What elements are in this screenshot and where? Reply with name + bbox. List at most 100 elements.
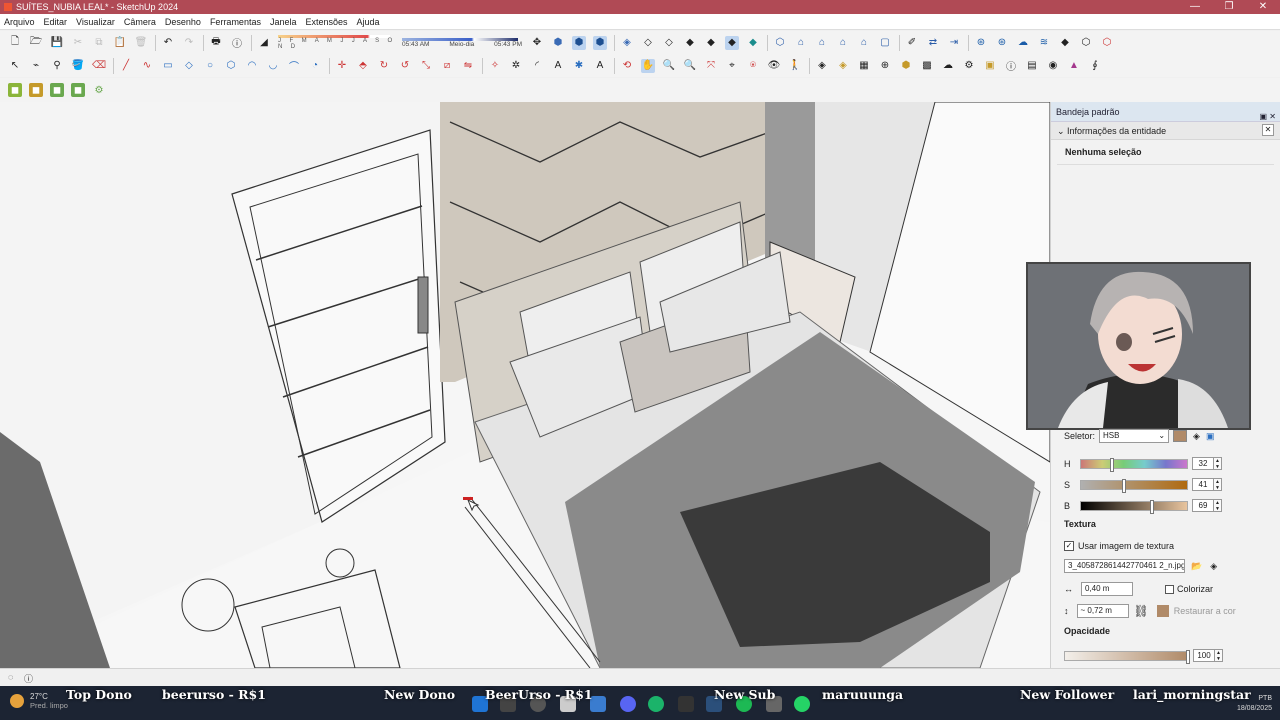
extension-manager-icon[interactable]: ⬡ — [1100, 36, 1114, 50]
texture-width-field[interactable]: 0,40 m — [1081, 582, 1133, 596]
offset-icon[interactable]: ⧄ — [440, 59, 454, 73]
texture-file-field[interactable]: 3_405872861442770461 2_n.jpg — [1064, 559, 1185, 573]
opacity-spinner[interactable]: ▲ ▼ — [1215, 649, 1223, 662]
texture-height-field[interactable]: ~ 0,72 m — [1076, 604, 1129, 618]
match-screen-icon[interactable]: ▣ — [1206, 431, 1215, 442]
copy-icon[interactable]: ⧉ — [92, 36, 106, 50]
paste-icon[interactable]: 📋 — [113, 36, 127, 50]
rectangle-icon[interactable]: ▭ — [161, 59, 175, 73]
scenes-icon[interactable]: ▣ — [983, 59, 997, 73]
edit-texture-icon[interactable]: ◈ — [1210, 561, 1217, 572]
three-point-arc-icon[interactable]: ⌒ — [287, 59, 301, 73]
rotated-rectangle-icon[interactable]: ◇ — [182, 59, 196, 73]
shadow-month-slider[interactable]: J F M A M J J A S O N D — [278, 35, 396, 50]
wireframe-style-icon[interactable]: ◇ — [641, 36, 655, 50]
outliner-icon[interactable]: ▦ — [857, 59, 871, 73]
freehand-icon[interactable]: ∿ — [140, 59, 154, 73]
look-around-icon[interactable]: 👁 — [767, 59, 781, 73]
chain-link-icon[interactable]: ⛓ — [1134, 604, 1149, 618]
discord-icon[interactable] — [620, 696, 636, 712]
settings-icon[interactable]: ⚙ — [962, 59, 976, 73]
close-panel-icon[interactable]: ✕ — [1262, 124, 1274, 136]
hidden-line-style-icon[interactable]: ◇ — [662, 36, 676, 50]
delete-icon[interactable]: 🗑 — [134, 36, 148, 50]
circle-icon[interactable]: ○ — [203, 59, 217, 73]
whatsapp-icon[interactable] — [794, 696, 810, 712]
menu-editar[interactable]: Editar — [44, 17, 68, 27]
terrain-icon[interactable]: ⬢ — [899, 59, 913, 73]
line-icon[interactable]: ╱ — [119, 59, 133, 73]
selector-dropdown[interactable]: HSB ⌄ — [1099, 429, 1170, 443]
front-view-icon[interactable]: ⬢ — [593, 35, 607, 50]
sandbox-icon[interactable]: ▲ — [1067, 59, 1081, 73]
axes-icon[interactable]: ✱ — [572, 59, 586, 73]
textured-style-icon[interactable]: ◆ — [704, 36, 718, 50]
entity-info-header[interactable]: ⌄ Informações da entidade ✕ — [1051, 122, 1280, 140]
text-icon[interactable]: A — [551, 59, 565, 73]
solid-union-icon[interactable]: ◼ — [50, 83, 64, 97]
protractor-icon[interactable]: ◜ — [530, 59, 544, 73]
model-info-icon[interactable]: ⓘ — [230, 36, 244, 50]
weather-widget[interactable]: 27°C Pred. limpo — [10, 692, 68, 710]
zoom-icon[interactable]: 🔍 — [662, 59, 676, 73]
save-icon[interactable]: 💾 — [50, 36, 64, 50]
solid-intersect-icon[interactable]: ◼ — [29, 83, 43, 97]
brightness-value[interactable]: 69 — [1192, 499, 1214, 512]
menu-arquivo[interactable]: Arquivo — [4, 17, 35, 27]
polygon-icon[interactable]: ⬡ — [224, 59, 238, 73]
minimize-button[interactable]: — — [1178, 0, 1212, 14]
shadow-time-slider[interactable]: 05:43 AM Meio-dia 05:43 PM — [402, 37, 522, 48]
menu-visualizar[interactable]: Visualizar — [76, 17, 115, 27]
saturation-slider[interactable] — [1080, 478, 1188, 493]
component-icon[interactable]: ⬡ — [1079, 36, 1093, 50]
menu-camera[interactable]: Câmera — [124, 17, 156, 27]
brightness-spinner[interactable]: ▲ ▼ — [1214, 499, 1222, 512]
standard-view-bottom-icon[interactable]: ▢ — [878, 36, 892, 50]
pie-icon[interactable]: ◔ — [308, 59, 322, 73]
section-plane-icon[interactable]: ✐ — [905, 36, 919, 50]
menu-ferramentas[interactable]: Ferramentas — [210, 17, 261, 27]
dimension-icon[interactable]: ✲ — [509, 59, 523, 73]
curve-icon[interactable]: ∮ — [1088, 59, 1102, 73]
info-icon[interactable]: ⓘ — [1004, 59, 1018, 73]
model-viewport[interactable] — [0, 102, 1050, 668]
restore-color-label[interactable]: Restaurar a cor — [1174, 606, 1236, 616]
menu-ajuda[interactable]: Ajuda — [357, 17, 380, 27]
orbit-tool-icon[interactable]: ⟲ — [620, 59, 634, 73]
eraser-icon[interactable]: ⌫ — [92, 59, 106, 73]
match-model-icon[interactable]: ◈ — [1193, 431, 1200, 442]
undo-icon[interactable]: ↶ — [161, 36, 175, 50]
section-fill-icon[interactable]: ⇥ — [947, 36, 961, 50]
hue-slider[interactable] — [1080, 457, 1188, 472]
print-icon[interactable]: 🖶 — [209, 36, 223, 50]
section-display-icon[interactable]: ⇄ — [926, 36, 940, 50]
standard-view-iso-icon[interactable]: ⬡ — [773, 36, 787, 50]
hue-spinner[interactable]: ▲ ▼ — [1214, 457, 1222, 470]
saturation-value[interactable]: 41 — [1192, 478, 1214, 491]
scale-icon[interactable]: ⤡ — [419, 59, 433, 73]
taskbar-app-icon[interactable] — [678, 696, 694, 712]
position-camera-icon[interactable]: ⍟ — [746, 59, 760, 73]
maximize-button[interactable]: ❐ — [1212, 0, 1246, 14]
3d-text-tool-icon[interactable]: A — [593, 59, 607, 73]
zoom-extents-icon[interactable]: ⤧ — [704, 59, 718, 73]
standard-view-right-icon[interactable]: ⌂ — [815, 36, 829, 50]
monochrome-style-icon[interactable]: ◆ — [725, 35, 739, 50]
colorize-checkbox[interactable] — [1165, 584, 1174, 594]
warehouse-icon[interactable]: ⊛ — [974, 36, 988, 50]
opacity-value[interactable]: 100 — [1193, 649, 1215, 662]
lasso-icon[interactable]: ⌁ — [29, 59, 43, 73]
move-icon[interactable]: ✛ — [335, 59, 349, 73]
standard-view-back-icon[interactable]: ⌂ — [836, 36, 850, 50]
use-texture-checkbox[interactable]: ✓ — [1064, 541, 1074, 551]
arc-icon[interactable]: ◠ — [245, 59, 259, 73]
tape-measure-icon[interactable]: ✧ — [488, 59, 502, 73]
shaded-style-icon[interactable]: ◆ — [683, 36, 697, 50]
solid-outer-shell-icon[interactable]: ◼ — [8, 83, 22, 97]
restore-swatch[interactable] — [1156, 605, 1169, 617]
menu-janela[interactable]: Janela — [270, 17, 297, 27]
profile-icon[interactable]: ◉ — [1046, 59, 1060, 73]
checker-icon[interactable]: ▩ — [920, 59, 934, 73]
menu-desenho[interactable]: Desenho — [165, 17, 201, 27]
geo-location-icon[interactable]: ◌ — [8, 672, 13, 682]
